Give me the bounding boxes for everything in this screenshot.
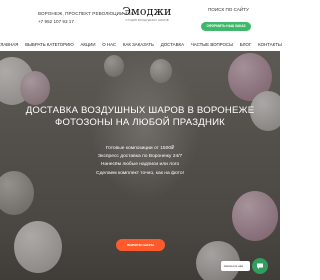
logo-subtitle: СТУДИЯ ВОЗДУШНЫХ ШАРОВ bbox=[125, 18, 169, 22]
menu-item-about[interactable]: О НАС bbox=[99, 39, 120, 50]
menu-item-how-to-order[interactable]: КАК ЗАКАЗАТЬ bbox=[119, 39, 157, 50]
chat-icon bbox=[257, 263, 263, 269]
feature-item: Сделаем комплект точно, как на фото! bbox=[96, 170, 184, 176]
header-phone[interactable]: +7 952 107 93 17 bbox=[38, 19, 74, 24]
menu-item-delivery[interactable]: ДОСТАВКА bbox=[157, 39, 187, 50]
hero-features: Готовые композиции от 1500₽ Экспресс дос… bbox=[0, 145, 280, 178]
search-link[interactable]: ПОИСК ПО САЙТУ bbox=[208, 7, 249, 12]
site-header: ВОРОНЕЖ, ПРОСПЕКТ РЕВОЛЮЦИИ 44А +7 952 1… bbox=[0, 0, 280, 36]
chat-button[interactable] bbox=[252, 258, 268, 274]
feature-item: Нанесём любые надписи или лого bbox=[100, 162, 180, 168]
menu-item-faq[interactable]: ЧАСТЫЕ ВОПРОСЫ bbox=[187, 39, 236, 50]
chat-label[interactable]: Напишите нам bbox=[221, 261, 250, 271]
main-menu: ГЛАВНАЯ ВЫБРАТЬ КАТЕГОРИЮ АКЦИИ О НАС КА… bbox=[0, 39, 282, 50]
hero-title-line2: ФОТОЗОНЫ НА ЛЮБОЙ ПРАЗДНИК bbox=[55, 117, 225, 128]
hero-title: ДОСТАВКА ВОЗДУШНЫХ ШАРОВ В ВОРОНЕЖЕ ФОТО… bbox=[0, 105, 280, 129]
feature-item: Готовые композиции от 1500₽ bbox=[105, 146, 175, 151]
menu-item-promotions[interactable]: АКЦИИ bbox=[77, 39, 99, 50]
menu-item-category[interactable]: ВЫБРАТЬ КАТЕГОРИЮ bbox=[22, 39, 77, 50]
menu-item-home[interactable]: ГЛАВНАЯ bbox=[0, 39, 22, 50]
logo-name: Эмоджи bbox=[122, 5, 172, 18]
choose-balloons-button[interactable]: ВЫБРАТЬ ШАРЫ bbox=[116, 239, 165, 251]
feature-item: Экспресс доставка по Воронежу 24/7 bbox=[97, 154, 183, 160]
menu-item-contacts[interactable]: КОНТАКТЫ bbox=[255, 39, 285, 50]
menu-item-blog[interactable]: БЛОГ bbox=[236, 39, 254, 50]
site-logo[interactable]: Эмоджи СТУДИЯ ВОЗДУШНЫХ ШАРОВ bbox=[117, 5, 177, 22]
hero-title-line1: ДОСТАВКА ВОЗДУШНЫХ ШАРОВ В ВОРОНЕЖЕ bbox=[25, 105, 255, 116]
order-button[interactable]: ОФОРМИТЬ НАШ ЗАКАЗ bbox=[201, 22, 251, 31]
hero-banner: ДОСТАВКА ВОЗДУШНЫХ ШАРОВ В ВОРОНЕЖЕ ФОТО… bbox=[0, 51, 280, 280]
